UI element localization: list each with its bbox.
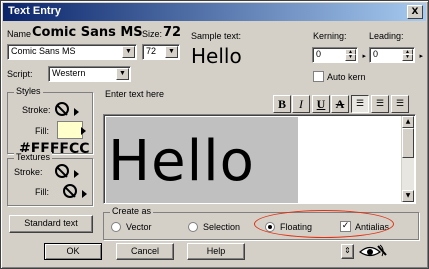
spin-arrow-icon[interactable]: ▸ <box>362 52 366 60</box>
window-title: Text Entry <box>8 5 61 17</box>
vector-radio[interactable] <box>111 222 121 232</box>
chevron-down-icon[interactable]: ▼ <box>122 46 135 58</box>
help-button[interactable]: Help <box>187 243 245 260</box>
flyout-arrow-icon[interactable] <box>81 127 86 135</box>
flyout-arrow-icon[interactable] <box>74 170 79 178</box>
highlight-ellipse <box>254 210 394 238</box>
size-dropdown[interactable]: 72 ▼ <box>142 44 180 60</box>
chevron-down-icon[interactable]: ▼ <box>165 46 178 58</box>
title-bar[interactable]: Text Entry X <box>3 3 426 21</box>
no-fill-texture-icon[interactable] <box>63 184 77 198</box>
flyout-arrow-icon[interactable] <box>74 108 79 116</box>
kerning-label: Kerning: <box>313 31 347 41</box>
textures-group: Textures Stroke: Fill: <box>7 152 93 206</box>
selection-radio[interactable] <box>188 222 198 232</box>
size-label: Size: <box>142 29 163 39</box>
size-preview: 72 <box>163 25 182 40</box>
align-right-icon[interactable]: ☰ <box>391 95 409 113</box>
close-button[interactable]: X <box>407 5 423 19</box>
name-label: Name <box>7 29 32 39</box>
leading-label: Leading: <box>369 31 404 41</box>
strikethrough-button[interactable]: A <box>331 95 349 113</box>
scroll-down-icon[interactable]: ▼ <box>402 190 414 202</box>
bold-button[interactable]: B <box>273 95 291 113</box>
script-dropdown[interactable]: Western ▼ <box>48 66 131 82</box>
cancel-button[interactable]: Cancel <box>116 243 174 260</box>
ok-button[interactable]: OK <box>44 243 102 260</box>
font-name-preview: Comic Sans MS <box>32 25 143 40</box>
font-name-dropdown[interactable]: Comic Sans MS ▼ <box>7 44 137 60</box>
leading-value: 0 <box>373 49 379 59</box>
script-value: Western <box>52 68 86 78</box>
entered-text: Hello <box>108 129 255 194</box>
kerning-spinner[interactable]: 0 ▲ ▼ ▸ <box>312 47 366 63</box>
no-stroke-texture-icon[interactable] <box>55 164 69 178</box>
selection-label: Selection <box>203 222 241 232</box>
spin-down-icon[interactable]: ▼ <box>402 54 413 61</box>
sample-text-preview: Hello <box>191 44 242 68</box>
align-center-icon[interactable]: ☰ <box>371 95 389 113</box>
styles-fill-label: Fill: <box>35 126 49 136</box>
no-stroke-icon[interactable] <box>55 102 69 116</box>
eye-preview-icon[interactable] <box>358 243 388 260</box>
chevron-down-icon[interactable]: ▼ <box>116 68 129 80</box>
standard-text-button[interactable]: Standard text <box>9 215 93 233</box>
kerning-value: 0 <box>316 49 322 59</box>
hand-arrow-icon[interactable]: ⇕ <box>341 244 354 259</box>
textures-stroke-label: Stroke: <box>14 167 43 177</box>
spin-down-icon[interactable]: ▼ <box>345 54 356 61</box>
enter-text-label: Enter text here <box>105 89 165 99</box>
flyout-arrow-icon[interactable] <box>82 190 87 198</box>
spin-arrow-icon[interactable]: ▸ <box>419 52 423 60</box>
underline-button[interactable]: U <box>312 95 330 113</box>
script-label: Script: <box>7 69 33 79</box>
scroll-up-icon[interactable]: ▲ <box>402 116 414 128</box>
text-entry-area[interactable]: Hello ▲ ▼ <box>103 114 416 204</box>
vertical-scrollbar[interactable]: ▲ ▼ <box>401 116 414 202</box>
leading-spinner[interactable]: 0 ▲ ▼ ▸ <box>369 47 423 63</box>
textures-fill-label: Fill: <box>35 187 49 197</box>
fill-color-swatch[interactable] <box>57 121 83 139</box>
auto-kern-label: Auto kern <box>327 72 366 82</box>
align-left-icon[interactable]: ☰ <box>351 95 369 113</box>
create-as-title: Create as <box>110 206 154 216</box>
size-value: 72 <box>146 46 157 56</box>
styles-group-title: Styles <box>14 86 43 96</box>
italic-button[interactable]: I <box>292 95 310 113</box>
styles-stroke-label: Stroke: <box>22 105 51 115</box>
vector-label: Vector <box>126 222 152 232</box>
scrollbar-thumb[interactable] <box>402 128 414 158</box>
sample-text-label: Sample text: <box>191 31 242 41</box>
textures-group-title: Textures <box>14 152 53 162</box>
auto-kern-checkbox[interactable] <box>313 71 324 82</box>
text-entry-dialog: Text Entry X Name Comic Sans MS Comic Sa… <box>0 0 429 269</box>
font-name-value: Comic Sans MS <box>11 46 76 56</box>
